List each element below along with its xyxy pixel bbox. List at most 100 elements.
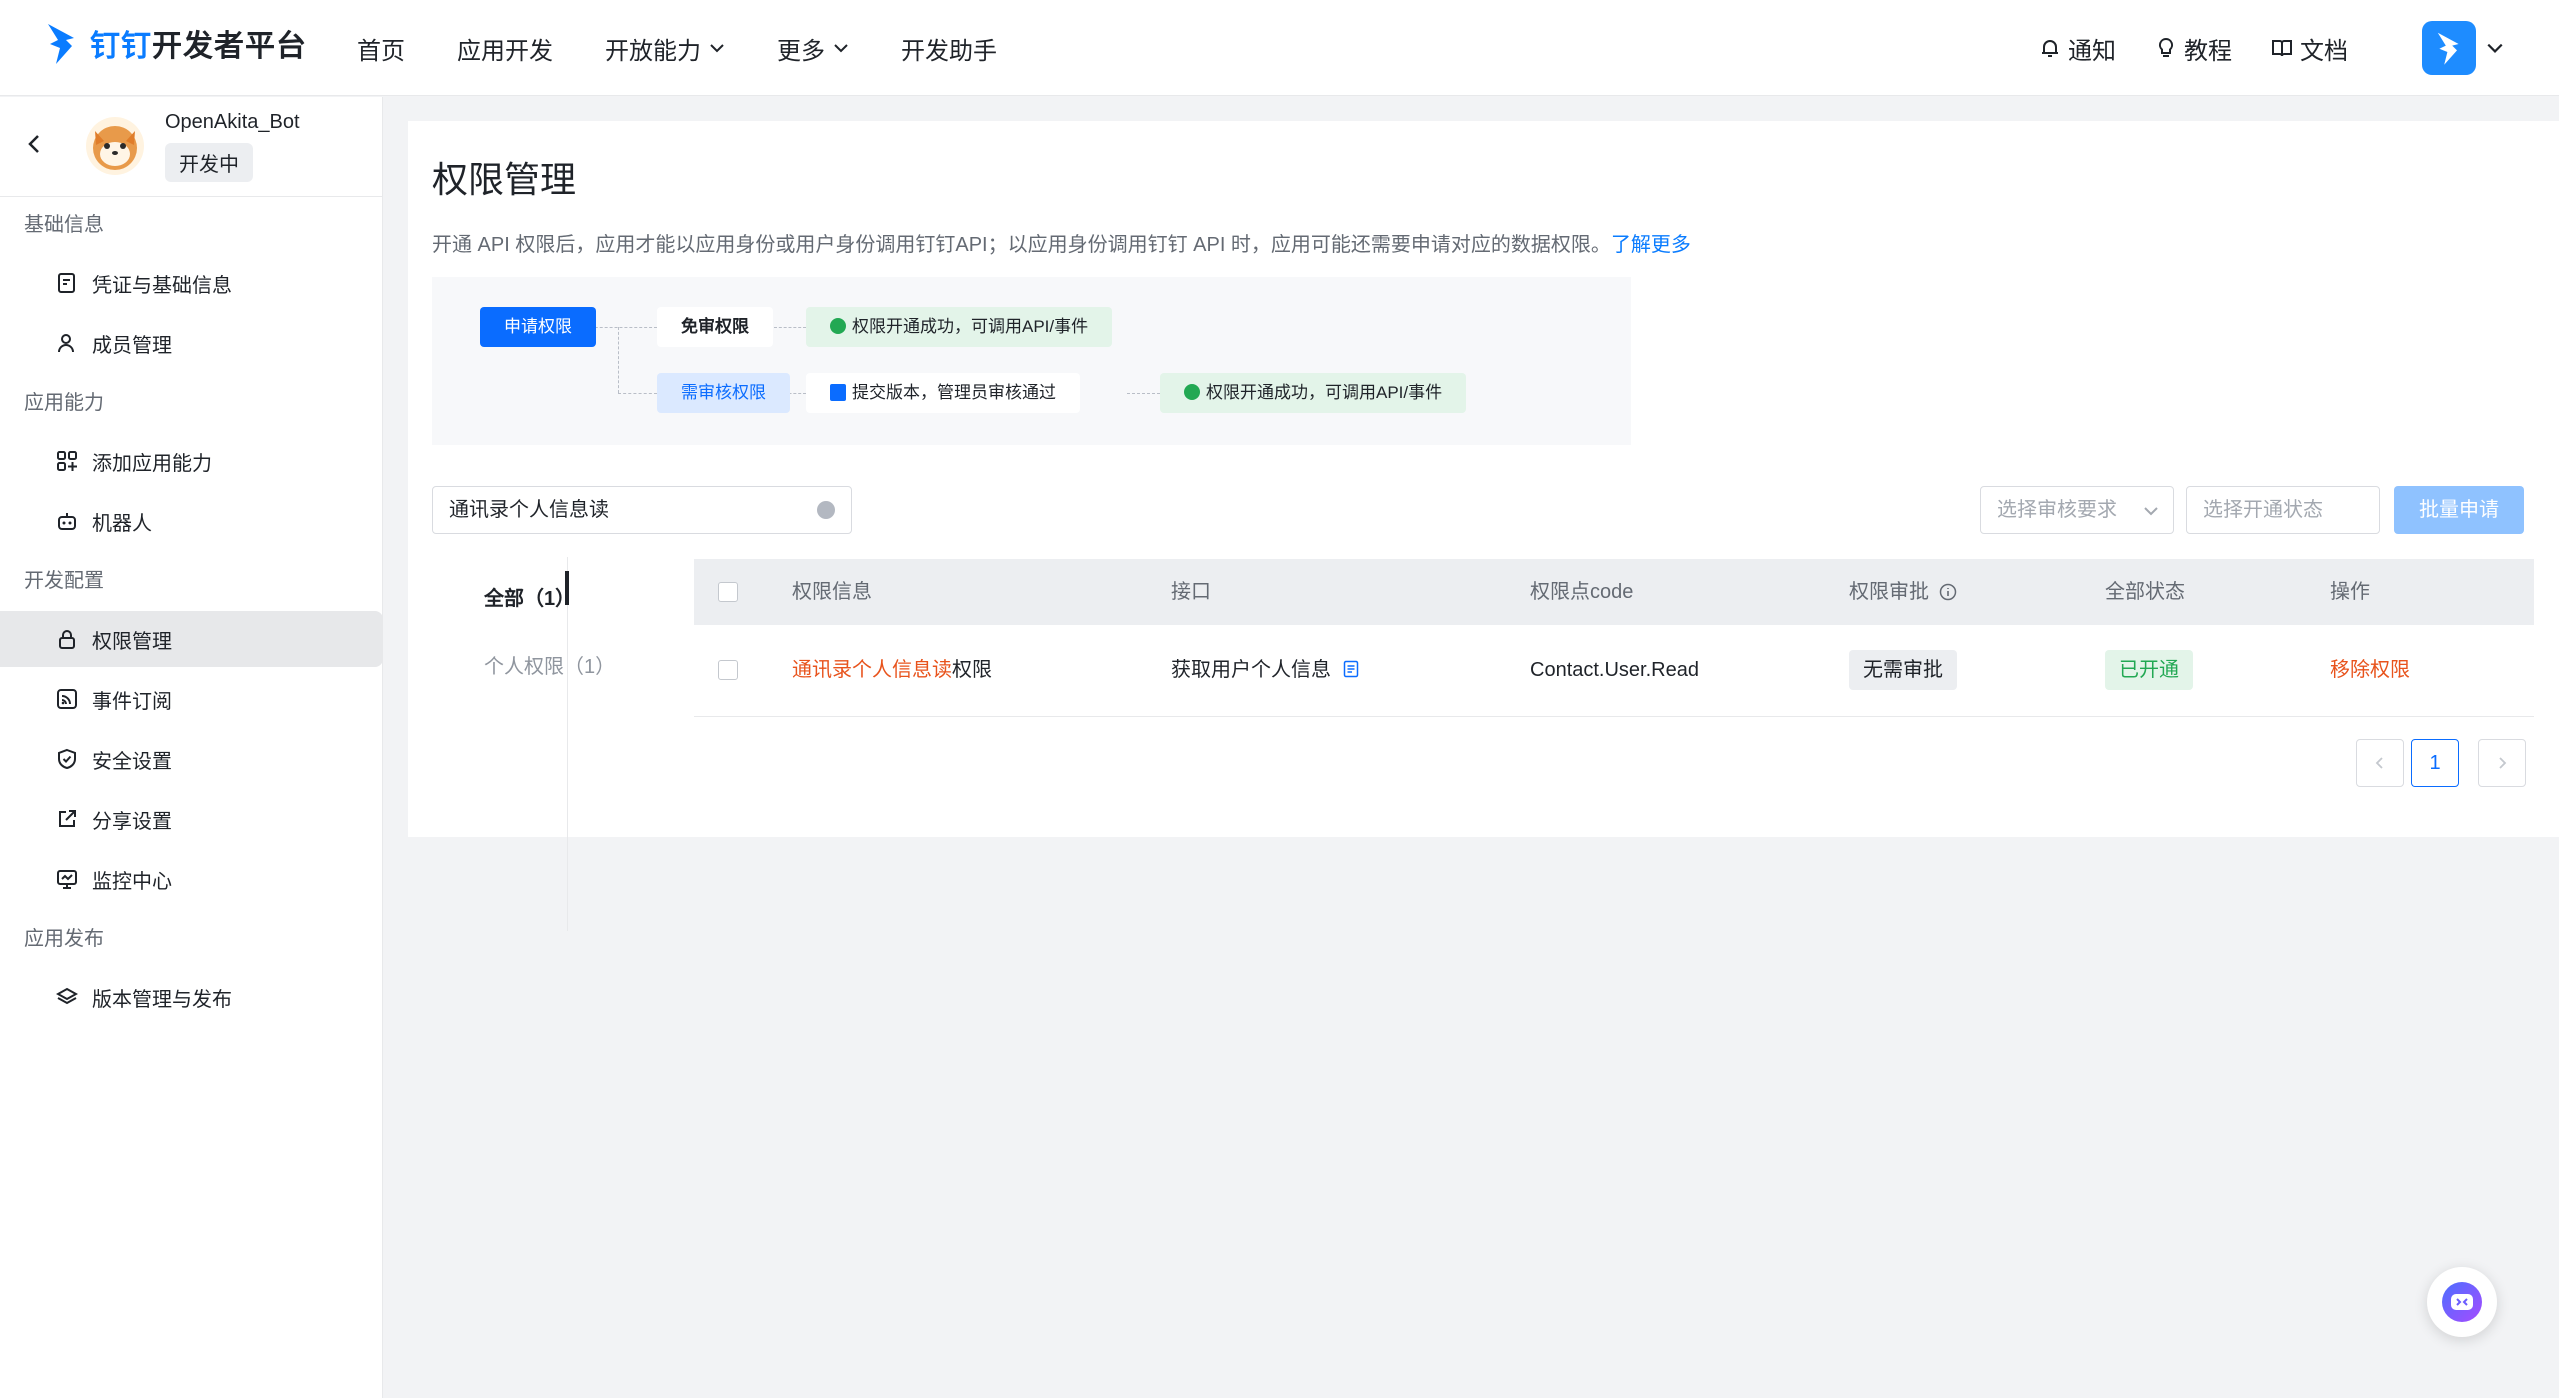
batch-apply-button[interactable]: 批量申请 <box>2394 486 2524 534</box>
flow-review: 需审核权限 <box>657 373 790 413</box>
document-check-icon <box>830 384 846 401</box>
group-title-basic: 基础信息 <box>24 214 104 236</box>
nav-more[interactable]: 更多 <box>777 31 849 66</box>
app-status-badge: 开发中 <box>165 143 253 182</box>
member-icon <box>58 334 74 353</box>
pagination-prev[interactable] <box>2356 739 2404 787</box>
search-input[interactable]: 通讯录个人信息读 <box>432 486 852 534</box>
col-status[interactable]: 全部状态 <box>2105 559 2185 625</box>
chevron-down-icon <box>2487 43 2503 53</box>
status-cell: 已开通 <box>2105 625 2193 715</box>
app-avatar <box>86 117 144 175</box>
table-row: 通讯录个人信息读权限 获取用户个人信息 Contact.User.Read 无需… <box>694 625 2534 717</box>
pagination-next[interactable] <box>2478 739 2526 787</box>
nav-open-capability[interactable]: 开放能力 <box>605 31 725 66</box>
open-status-select[interactable]: 选择开通状态 <box>2186 486 2380 534</box>
table-header: 权限信息 接口 权限点code 权限审批 全部状态 操作 <box>694 559 2534 625</box>
col-action: 操作 <box>2330 581 2370 603</box>
top-right-tools: 通知 教程 文档 <box>2000 0 2504 96</box>
approval-tag: 无需审批 <box>1849 650 1957 690</box>
clear-icon[interactable] <box>817 501 835 519</box>
sidebar-item-version-release[interactable]: 版本管理与发布 <box>0 969 382 1025</box>
lock-icon <box>59 630 75 649</box>
lightbulb-icon <box>2158 37 2174 57</box>
notify-button[interactable]: 通知 <box>2038 31 2116 66</box>
check-circle-icon <box>1184 384 1200 400</box>
col-approval: 权限审批 <box>1849 559 1957 625</box>
sidebar-item-security[interactable]: 安全设置 <box>0 731 382 787</box>
group-title-dev-config: 开发配置 <box>24 570 104 592</box>
col-permission-info: 权限信息 <box>792 581 872 603</box>
credential-icon <box>58 273 75 293</box>
permission-tabs: 全部（1） 个人权限（1） <box>434 557 615 931</box>
layers-icon <box>56 987 78 1005</box>
permission-code: Contact.User.Read <box>1530 659 1699 681</box>
status-badge: 已开通 <box>2105 650 2193 690</box>
sidebar-item-event-subscription[interactable]: 事件订阅 <box>0 671 382 727</box>
check-circle-icon <box>830 318 846 334</box>
chevron-down-icon <box>834 44 848 53</box>
user-menu[interactable] <box>2422 21 2504 75</box>
sidebar-item-share[interactable]: 分享设置 <box>0 791 382 847</box>
app-header: OpenAkita_Bot 开发中 <box>0 97 382 197</box>
apps-grid-icon <box>57 451 77 471</box>
docs-button[interactable]: 文档 <box>2270 31 2348 66</box>
permission-card: 权限管理 开通 API 权限后，应用才能以应用身份或用户身份调用钉钉API；以应… <box>408 121 2559 931</box>
group-title-capability: 应用能力 <box>24 392 104 414</box>
approval-cell: 无需审批 <box>1849 625 1957 715</box>
rss-icon <box>57 689 77 709</box>
sidebar-item-permissions[interactable]: 权限管理 <box>0 611 383 667</box>
col-code: 权限点code <box>1530 581 1634 603</box>
sidebar-item-members[interactable]: 成员管理 <box>0 315 382 371</box>
sidebar-item-robot[interactable]: 机器人 <box>0 493 382 549</box>
flow-submit: 提交版本，管理员审核通过 <box>806 373 1080 413</box>
permission-name: 通讯录个人信息读权限 <box>792 659 992 681</box>
remove-permission-link[interactable]: 移除权限 <box>2330 625 2410 715</box>
logo[interactable]: 钉钉开发者平台 <box>44 18 307 68</box>
assistant-icon <box>2442 1282 2482 1322</box>
user-avatar <box>2422 21 2476 75</box>
api-name: 获取用户个人信息 <box>1171 625 1359 715</box>
top-bar: 钉钉开发者平台 首页 应用开发 开放能力 更多 开发助手 通知 教程 文档 <box>0 0 2559 96</box>
pagination-page-1[interactable]: 1 <box>2411 739 2459 787</box>
flow-free: 免审权限 <box>657 307 773 347</box>
sidebar: OpenAkita_Bot 开发中 基础信息 凭证与基础信息 成员管理 应用能力… <box>0 97 383 1398</box>
robot-icon <box>58 513 76 530</box>
select-all-checkbox[interactable] <box>718 582 738 602</box>
sidebar-item-add-capability[interactable]: 添加应用能力 <box>0 433 382 489</box>
permission-flow-diagram: 申请权限 免审权限 权限开通成功，可调用API/事件 需审核权限 提交版本，管理… <box>432 277 1631 445</box>
review-requirement-select[interactable]: 选择审核要求 <box>1980 486 2174 534</box>
nav-dev-assistant[interactable]: 开发助手 <box>901 31 997 66</box>
flow-success-1: 权限开通成功，可调用API/事件 <box>806 307 1113 347</box>
info-icon[interactable] <box>1939 583 1957 601</box>
dingtalk-logo-icon <box>48 24 74 64</box>
share-icon <box>59 810 76 827</box>
chevron-down-icon <box>2144 507 2158 516</box>
bell-icon <box>2042 40 2058 57</box>
main-nav: 首页 应用开发 开放能力 更多 开发助手 <box>357 0 1049 96</box>
col-api: 接口 <box>1171 581 1211 603</box>
assistant-float-button[interactable] <box>2427 1267 2497 1337</box>
doc-link-icon[interactable] <box>1343 660 1359 678</box>
nav-home[interactable]: 首页 <box>357 31 405 66</box>
sidebar-item-credentials[interactable]: 凭证与基础信息 <box>0 255 382 311</box>
nav-app-dev[interactable]: 应用开发 <box>457 31 553 66</box>
tab-active-indicator <box>565 571 569 605</box>
back-arrow-icon[interactable] <box>24 133 44 155</box>
page-description: 开通 API 权限后，应用才能以应用身份或用户身份调用钉钉API；以应用身份调用… <box>432 234 1691 256</box>
tab-personal[interactable]: 个人权限（1） <box>484 650 615 679</box>
app-name: OpenAkita_Bot <box>165 111 300 133</box>
chevron-right-icon <box>2499 757 2507 769</box>
tutorial-button[interactable]: 教程 <box>2154 31 2232 66</box>
tab-all[interactable]: 全部（1） <box>484 582 575 611</box>
flow-success-2: 权限开通成功，可调用API/事件 <box>1160 373 1467 413</box>
learn-more-link[interactable]: 了解更多 <box>1611 234 1691 256</box>
book-icon <box>2272 40 2292 57</box>
monitor-icon <box>57 870 77 889</box>
shield-icon <box>58 748 76 770</box>
sidebar-item-monitor[interactable]: 监控中心 <box>0 851 382 907</box>
chevron-left-icon <box>2375 757 2383 769</box>
chevron-down-icon <box>710 44 724 53</box>
page-title: 权限管理 <box>432 159 577 200</box>
row-checkbox[interactable] <box>718 660 738 680</box>
